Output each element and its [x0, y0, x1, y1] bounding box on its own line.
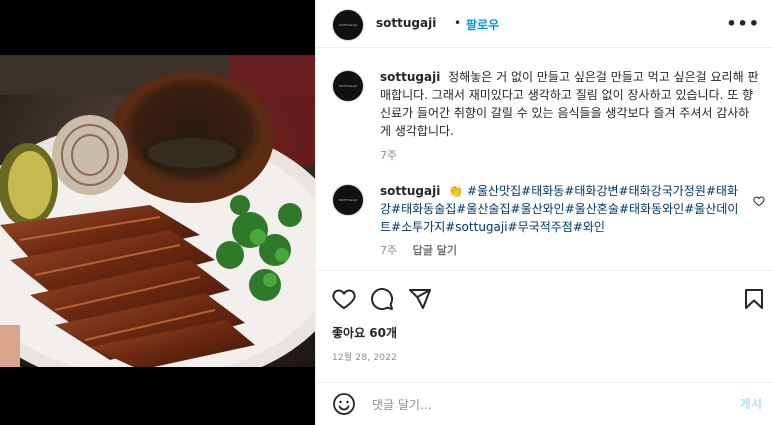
caption-meta: 7주	[380, 147, 409, 163]
comment-icon[interactable]	[370, 287, 394, 315]
avatar-logo: SOTTUGAJI	[338, 198, 358, 202]
action-bar: 좋아요 60개 12월 28, 2022	[316, 270, 773, 391]
emoji-icon[interactable]	[332, 392, 356, 420]
comment-username[interactable]: sottugaji	[380, 184, 440, 198]
comment-input[interactable]	[370, 393, 704, 417]
comment-avatar[interactable]: SOTTUGAJI	[332, 184, 364, 216]
separator-dot: •	[454, 16, 462, 30]
heart-icon[interactable]	[332, 287, 356, 315]
post-header: SOTTUGAJI sottugaji • 팔로우 •••	[316, 0, 773, 48]
likes-count[interactable]: 좋아요 60개	[332, 324, 397, 341]
hashtag-comment: sottugaji 👏 #울산맛집#태화동#태화강변#태화강국가정원#태화강#태…	[380, 182, 745, 236]
food-photo	[0, 55, 315, 367]
avatar-logo: SOTTUGAJI	[338, 23, 358, 27]
share-icon[interactable]	[408, 287, 432, 315]
author-username[interactable]: sottugaji	[376, 16, 436, 30]
comment-meta: 7주 답글 달기	[380, 242, 469, 258]
post-comment-button[interactable]: 게시	[740, 395, 762, 412]
reply-button[interactable]: 답글 달기	[413, 244, 457, 257]
follow-button[interactable]: 팔로우	[466, 16, 499, 33]
caption-username[interactable]: sottugaji	[380, 70, 440, 84]
caption-avatar[interactable]: SOTTUGAJI	[332, 70, 364, 102]
avatar-logo: SOTTUGAJI	[338, 84, 358, 88]
add-comment-bar: 게시	[316, 382, 773, 425]
more-icon[interactable]: •••	[726, 14, 760, 33]
comment-like-icon[interactable]	[753, 192, 765, 211]
post-detail-panel: SOTTUGAJI sottugaji • 팔로우 ••• SOTTUGAJI …	[315, 0, 773, 425]
avatar[interactable]: SOTTUGAJI	[332, 9, 364, 41]
caption: sottugaji 정해놓은 거 없이 만들고 싶은걸 만들고 먹고 싶은걸 요…	[380, 68, 760, 140]
post-media[interactable]	[0, 0, 315, 425]
clap-emoji: 👏	[448, 184, 464, 198]
bookmark-icon[interactable]	[742, 287, 766, 315]
post-date[interactable]: 12월 28, 2022	[332, 350, 397, 363]
comment-time[interactable]: 7주	[380, 244, 397, 257]
caption-time[interactable]: 7주	[380, 149, 397, 162]
